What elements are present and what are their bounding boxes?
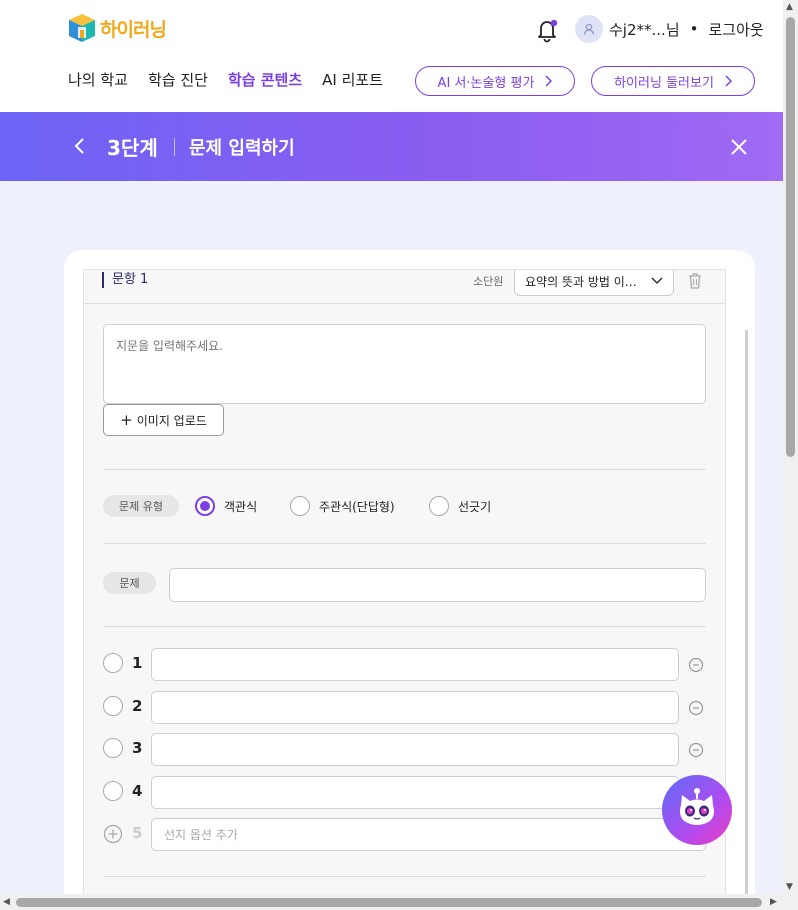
sub-unit-select[interactable]: 요약의 뜻과 방법 이… (514, 270, 674, 296)
type-short-answer[interactable]: 주관식(단답형) (290, 496, 395, 516)
add-option-placeholder: 선지 옵션 추가 (164, 828, 238, 842)
type-multiple-choice[interactable]: 객관식 (195, 496, 257, 516)
logo[interactable]: 하이러닝 (68, 13, 167, 43)
question-panel: 문항 1 소단원 요약의 뜻과 방법 이… + 이미지 업로드 문제 유형 객관… (83, 269, 726, 910)
scroll-up-icon[interactable]: ▲ (786, 2, 793, 12)
radio (290, 496, 310, 516)
add-option-input[interactable]: 선지 옵션 추가 (151, 818, 706, 851)
chevron-right-icon (725, 75, 732, 87)
radio (429, 496, 449, 516)
type-label: 객관식 (224, 499, 258, 514)
question-input[interactable] (169, 568, 706, 602)
option-input[interactable] (151, 776, 679, 809)
option-number: 3 (132, 739, 143, 757)
page-title: 문제 입력하기 (189, 138, 295, 159)
option-radio[interactable] (103, 653, 123, 673)
image-upload-label: 이미지 업로드 (136, 413, 207, 428)
tour-button[interactable]: 하이러닝 둘러보기 (591, 66, 755, 96)
type-label: 선긋기 (458, 499, 492, 514)
nav-diagnosis[interactable]: 학습 진단 (148, 69, 208, 90)
option-number: 2 (132, 697, 143, 715)
option-input[interactable] (151, 691, 679, 724)
divider (103, 626, 706, 627)
logo-cube-icon (69, 14, 95, 42)
nav-contents[interactable]: 학습 콘텐츠 (228, 69, 302, 90)
nav-ai-report[interactable]: AI 리포트 (322, 69, 383, 90)
minus-circle-icon[interactable] (688, 700, 704, 716)
bell-icon[interactable] (533, 16, 561, 44)
question-tag: 문제 (103, 572, 156, 594)
plus-circle-icon[interactable] (103, 824, 123, 844)
user-icon[interactable] (575, 15, 603, 43)
option-input[interactable] (151, 648, 679, 681)
image-upload-button[interactable]: + 이미지 업로드 (103, 404, 224, 436)
horizontal-scroll-thumb[interactable] (16, 898, 762, 907)
divider (103, 876, 706, 877)
type-label: 주관식(단답형) (319, 499, 395, 514)
question-number: 문항 1 (102, 272, 148, 288)
cat-face-icon (680, 788, 714, 825)
divider (103, 543, 706, 544)
minus-circle-icon[interactable] (688, 657, 704, 673)
user-name[interactable]: 수j2**...님 (609, 19, 680, 40)
user-menu: 수j2**...님 • 로그아웃 (575, 15, 764, 43)
tour-label: 하이러닝 둘러보기 (614, 75, 714, 91)
sub-unit-value: 요약의 뜻과 방법 이… (525, 274, 637, 289)
chevron-right-icon (545, 75, 553, 87)
question-header: 문항 1 소단원 요약의 뜻과 방법 이… (84, 270, 725, 304)
minus-circle-icon[interactable] (688, 742, 704, 758)
scroll-right-icon[interactable]: ▶ (770, 897, 777, 907)
logout-link[interactable]: 로그아웃 (708, 19, 763, 40)
sub-unit-label: 소단원 (473, 275, 504, 288)
main-nav: 나의 학교 학습 진단 학습 콘텐츠 AI 리포트 (68, 69, 383, 90)
close-icon[interactable] (729, 137, 749, 157)
ai-essay-eval-button[interactable]: AI 서·논술형 평가 (415, 66, 575, 96)
add-option-number: 5 (132, 824, 143, 842)
user-separator: • (689, 20, 699, 38)
chevron-left-icon[interactable] (72, 136, 88, 156)
option-radio[interactable] (103, 696, 123, 716)
vertical-scroll-thumb[interactable] (786, 17, 795, 457)
radio-selected (195, 496, 215, 516)
nav-my-school[interactable]: 나의 학교 (68, 69, 128, 90)
banner-divider (174, 138, 175, 156)
type-matching[interactable]: 선긋기 (429, 496, 491, 516)
logo-text: 하이러닝 (100, 18, 167, 41)
plus-icon: + (120, 411, 133, 429)
option-number: 1 (132, 654, 143, 672)
divider (103, 469, 706, 470)
question-card: 문항 1 소단원 요약의 뜻과 방법 이… + 이미지 업로드 문제 유형 객관… (64, 250, 755, 910)
passage-input[interactable] (103, 324, 706, 404)
inner-scroll-track (745, 330, 748, 894)
scroll-down-icon[interactable]: ▼ (786, 882, 793, 892)
question-type-tag: 문제 유형 (103, 495, 179, 517)
scroll-left-icon[interactable]: ◀ (3, 897, 10, 907)
option-number: 4 (132, 782, 143, 800)
step-label: 3단계 (107, 136, 158, 160)
top-header: 하이러닝 수j2**...님 • 로그아웃 나의 학교 학습 진단 학습 콘텐츠… (0, 0, 783, 112)
chevron-down-icon (651, 277, 663, 285)
option-radio[interactable] (103, 781, 123, 801)
ai-essay-eval-label: AI 서·논술형 평가 (437, 75, 535, 91)
cat-chatbot-icon[interactable] (662, 775, 732, 845)
step-banner: 3단계 문제 입력하기 (0, 112, 783, 181)
option-input[interactable] (151, 733, 679, 766)
option-radio[interactable] (103, 738, 123, 758)
trash-icon[interactable] (687, 272, 703, 290)
